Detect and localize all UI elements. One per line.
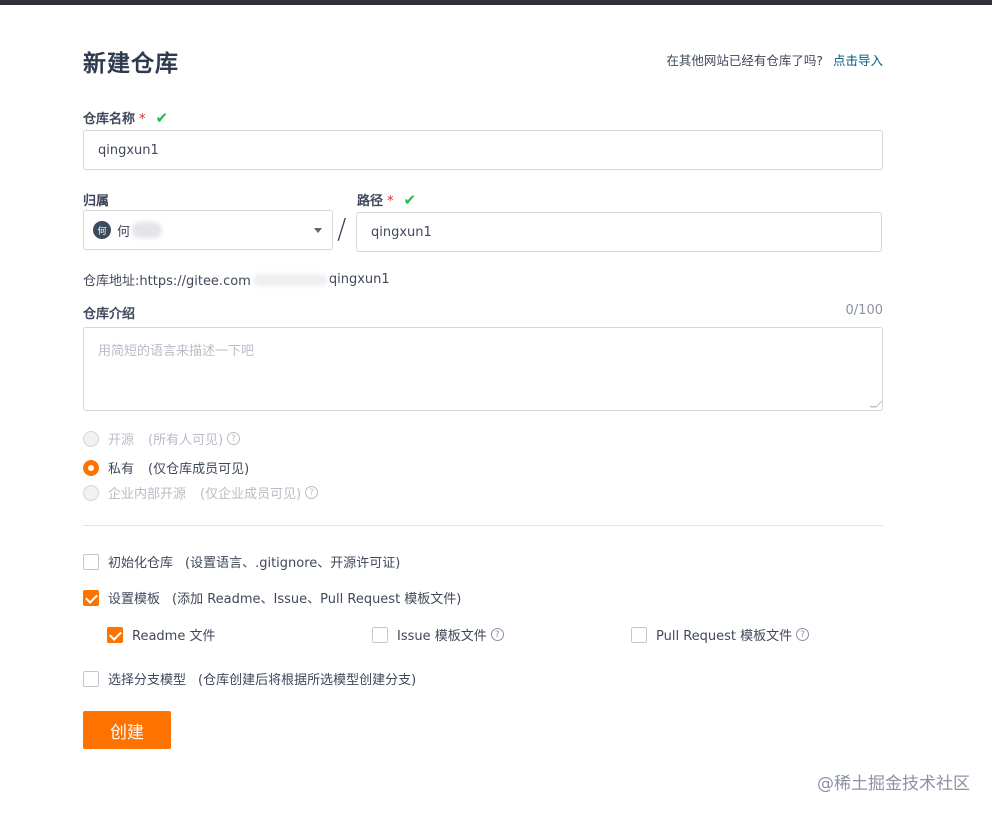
- visibility-option-private[interactable]: 私有 (仅仓库成员可见): [83, 458, 249, 477]
- checkbox-branch[interactable]: [83, 670, 99, 687]
- option-branch-model[interactable]: 选择分支模型 (仓库创建后将根据所选模型创建分支): [83, 669, 416, 688]
- owner-name: 何: [117, 224, 131, 240]
- path-label-text: 路径: [357, 194, 384, 209]
- description-textarea[interactable]: 用简短的语言来描述一下吧: [83, 327, 883, 411]
- create-button[interactable]: 创建: [83, 711, 171, 749]
- owner-select[interactable]: 何 何: [83, 210, 333, 250]
- visibility-label: 企业内部开源: [108, 487, 187, 502]
- resize-handle-icon[interactable]: [869, 400, 883, 408]
- repo-address-suffix: qingxun1: [328, 272, 390, 287]
- option-template[interactable]: 设置模板 (添加 Readme、Issue、Pull Request 模板文件): [83, 588, 461, 607]
- repo-name-label: 仓库名称 * ✔: [83, 108, 168, 127]
- checkbox-issue[interactable]: [372, 626, 388, 643]
- option-issue-template[interactable]: Issue 模板文件 ?: [372, 625, 504, 644]
- option-sub: (仓库创建后将根据所选模型创建分支): [198, 673, 417, 688]
- visibility-option-public[interactable]: 开源 (所有人可见) ?: [83, 429, 241, 448]
- repo-address: 仓库地址:https://gitee.com qingxun1: [83, 270, 390, 289]
- visibility-sub: (所有人可见): [148, 433, 224, 448]
- required-mark: *: [139, 112, 146, 127]
- check-icon: ✔: [155, 109, 169, 127]
- visibility-sub: (仅企业成员可见): [200, 487, 302, 502]
- path-separator: /: [337, 212, 347, 245]
- option-sub: (添加 Readme、Issue、Pull Request 模板文件): [172, 592, 462, 607]
- option-label: 选择分支模型: [108, 673, 187, 688]
- char-counter: 0/100: [845, 303, 883, 318]
- chevron-down-icon: [314, 228, 322, 233]
- option-label: Issue 模板文件: [397, 629, 487, 644]
- help-icon[interactable]: ?: [490, 628, 504, 641]
- address-redacted: [252, 273, 327, 286]
- import-hint-text: 在其他网站已经有仓库了吗?: [666, 53, 823, 68]
- option-pr-template[interactable]: Pull Request 模板文件 ?: [631, 625, 810, 644]
- owner-name-redacted: [132, 222, 163, 238]
- radio-enterprise[interactable]: [83, 484, 99, 501]
- checkbox-readme[interactable]: [107, 626, 123, 643]
- check-icon: ✔: [403, 191, 417, 209]
- visibility-sub: (仅仓库成员可见): [148, 462, 250, 477]
- option-label: Readme 文件: [132, 629, 216, 644]
- avatar: 何: [93, 221, 111, 239]
- top-bar: [0, 0, 992, 5]
- checkbox-template[interactable]: [83, 589, 99, 606]
- divider: [83, 525, 883, 526]
- help-icon[interactable]: ?: [796, 628, 810, 641]
- owner-label: 归属: [83, 194, 110, 209]
- option-label: Pull Request 模板文件: [656, 629, 793, 644]
- visibility-option-enterprise[interactable]: 企业内部开源 (仅企业成员可见) ?: [83, 483, 319, 502]
- import-link[interactable]: 点击导入: [833, 53, 883, 68]
- checkbox-pr[interactable]: [631, 626, 647, 643]
- description-label: 仓库介绍: [83, 307, 136, 322]
- watermark: @稀土掘金技术社区: [817, 774, 970, 794]
- path-label: 路径 * ✔: [357, 190, 416, 209]
- visibility-label: 私有: [108, 462, 135, 477]
- path-input[interactable]: qingxun1: [356, 212, 882, 252]
- required-mark: *: [387, 194, 394, 209]
- page-title: 新建仓库: [83, 51, 179, 77]
- option-label: 初始化仓库: [108, 556, 174, 571]
- help-icon[interactable]: ?: [227, 432, 241, 445]
- radio-public[interactable]: [83, 430, 99, 447]
- repo-name-label-text: 仓库名称: [83, 112, 136, 127]
- radio-private[interactable]: [83, 459, 99, 476]
- visibility-label: 开源: [108, 433, 135, 448]
- option-init-repo[interactable]: 初始化仓库 (设置语言、.gitignore、开源许可证): [83, 552, 400, 571]
- option-label: 设置模板: [108, 592, 161, 607]
- checkbox-init[interactable]: [83, 553, 99, 570]
- repo-name-input[interactable]: qingxun1: [83, 130, 883, 170]
- repo-address-prefix: 仓库地址:https://gitee.com: [83, 274, 251, 289]
- option-readme[interactable]: Readme 文件: [107, 625, 215, 644]
- help-icon[interactable]: ?: [305, 486, 319, 499]
- option-sub: (设置语言、.gitignore、开源许可证): [185, 556, 401, 571]
- import-hint: 在其他网站已经有仓库了吗? 点击导入: [666, 50, 883, 69]
- description-placeholder: 用简短的语言来描述一下吧: [98, 344, 255, 359]
